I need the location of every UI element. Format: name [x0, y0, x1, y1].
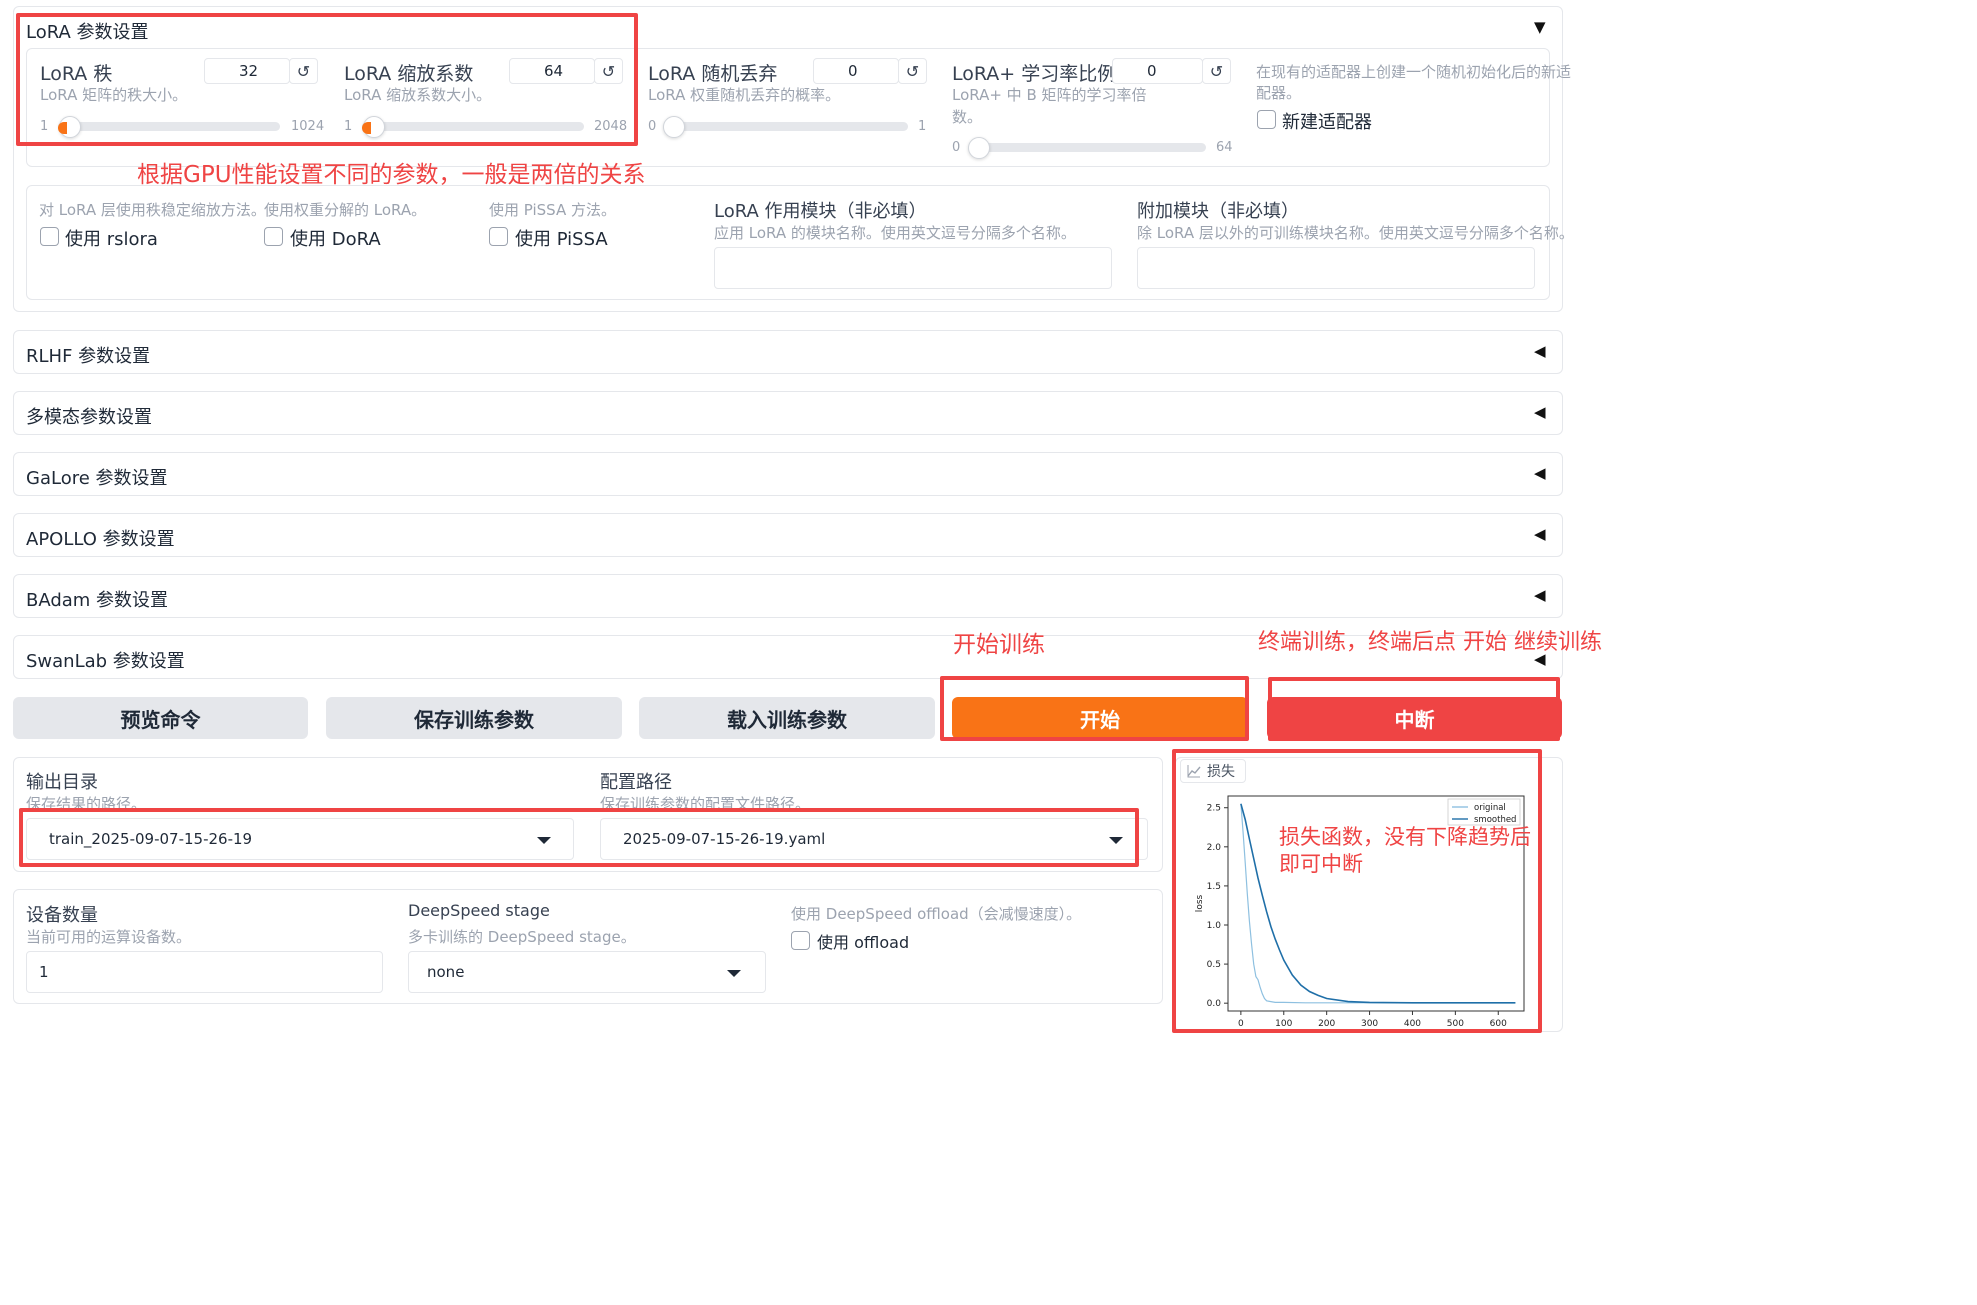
rslora-checkbox[interactable] — [40, 227, 59, 246]
accordion-multimodal-arrow-icon[interactable]: ◀ — [1534, 403, 1546, 421]
annotation-params: 根据GPU性能设置不同的参数，一般是两倍的关系 — [137, 162, 646, 188]
deepspeed-offload-checkbox[interactable] — [791, 931, 810, 950]
pissa-checkbox[interactable] — [489, 227, 508, 246]
lora-plus-ratio-max: 64 — [1216, 140, 1233, 155]
lora-plus-ratio-reset-icon[interactable]: ↺ — [1202, 58, 1231, 84]
additional-target-info: 除 LoRA 层以外的可训练模块名称。使用英文逗号分隔多个名称。 — [1137, 224, 1574, 242]
accordion-apollo-title[interactable]: APOLLO 参数设置 — [26, 525, 175, 551]
lora-dropout-label: LoRA 随机丢弃 — [648, 63, 778, 85]
lora-dropout-min: 0 — [648, 119, 657, 134]
save-args-button[interactable]: 保存训练参数 — [326, 697, 622, 739]
accordion-swanlab-title[interactable]: SwanLab 参数设置 — [26, 647, 185, 673]
lora-dropout-slider-track[interactable] — [664, 122, 908, 131]
deepspeed-stage-dropdown[interactable]: none — [408, 951, 766, 993]
lora-target-info: 应用 LoRA 的模块名称。使用英文逗号分隔多个名称。 — [714, 224, 1076, 242]
dora-label[interactable]: 使用 DoRA — [290, 225, 381, 251]
deepspeed-stage-label: DeepSpeed stage — [408, 901, 550, 920]
pissa-info: 使用 PiSSA 方法。 — [489, 201, 617, 219]
lora-dropout-reset-icon[interactable]: ↺ — [898, 58, 927, 84]
lora-target-input[interactable] — [714, 247, 1112, 289]
deepspeed-stage-chevron-down-icon[interactable] — [727, 970, 741, 977]
rslora-info: 对 LoRA 层使用秩稳定缩放方法。 — [39, 201, 266, 219]
lora-dropout-slider-thumb[interactable] — [663, 116, 685, 138]
deepspeed-stage-value: none — [427, 963, 465, 981]
device-count-value: 1 — [39, 963, 49, 981]
accordion-multimodal-title[interactable]: 多模态参数设置 — [26, 403, 152, 429]
device-count-label: 设备数量 — [26, 905, 98, 926]
lora-dropout-max: 1 — [918, 119, 927, 134]
accordion-badam-arrow-icon[interactable]: ◀ — [1534, 586, 1546, 604]
lora-plus-ratio-info: LoRA+ 中 B 矩阵的学习率倍 — [952, 86, 1147, 104]
rslora-label[interactable]: 使用 rslora — [65, 225, 158, 251]
lora-plus-ratio-input[interactable]: 0 — [1112, 58, 1203, 84]
load-args-button[interactable]: 载入训练参数 — [639, 697, 935, 739]
output-dir-label: 输出目录 — [26, 772, 98, 793]
lora-plus-ratio-label: LoRA+ 学习率比例 — [952, 63, 1117, 85]
accordion-rlhf-arrow-icon[interactable]: ◀ — [1534, 342, 1546, 360]
create-new-adapter-info-2: 配器。 — [1256, 84, 1302, 102]
deepspeed-offload-info: 使用 DeepSpeed offload（会减慢速度）。 — [791, 905, 1082, 923]
additional-target-label: 附加模块（非必填） — [1137, 201, 1299, 222]
accordion-badam-title[interactable]: BAdam 参数设置 — [26, 586, 168, 612]
config-path-label: 配置路径 — [600, 772, 672, 793]
lora-target-label: LoRA 作用模块（非必填） — [714, 201, 927, 222]
annotation-loss-line2: 即可中断 — [1279, 852, 1363, 876]
accordion-rlhf[interactable] — [13, 330, 1563, 374]
accordion-apollo-arrow-icon[interactable]: ◀ — [1534, 525, 1546, 543]
accordion-badam[interactable] — [13, 574, 1563, 618]
annotation-box-start — [940, 676, 1249, 741]
create-new-adapter-checkbox[interactable] — [1257, 110, 1276, 129]
lora-dropout-info: LoRA 权重随机丢弃的概率。 — [648, 86, 841, 104]
pissa-label[interactable]: 使用 PiSSA — [515, 225, 608, 251]
lora-dropout-input[interactable]: 0 — [813, 58, 899, 84]
accordion-galore[interactable] — [13, 452, 1563, 496]
lora-plus-ratio-min: 0 — [952, 140, 961, 155]
dora-info: 使用权重分解的 LoRA。 — [264, 201, 427, 219]
annotation-box-loss — [1172, 749, 1542, 1033]
annotation-box-output — [19, 808, 1139, 867]
lora-plus-ratio-slider-thumb[interactable] — [968, 137, 990, 159]
annotation-box-lora-params — [16, 13, 638, 146]
additional-target-input[interactable] — [1137, 247, 1535, 289]
annotation-start: 开始训练 — [953, 632, 1045, 658]
accordion-galore-title[interactable]: GaLore 参数设置 — [26, 464, 168, 490]
accordion-apollo[interactable] — [13, 513, 1563, 557]
annotation-stop: 终端训练，终端后点 开始 继续训练 — [1258, 630, 1602, 655]
deepspeed-offload-label[interactable]: 使用 offload — [817, 929, 909, 953]
annotation-box-stop — [1268, 677, 1560, 741]
create-new-adapter-label[interactable]: 新建适配器 — [1282, 108, 1372, 134]
annotation-loss-line1: 损失函数，没有下降趋势后 — [1279, 825, 1531, 849]
preview-command-button[interactable]: 预览命令 — [13, 697, 308, 739]
accordion-multimodal[interactable] — [13, 391, 1563, 435]
accordion-rlhf-title[interactable]: RLHF 参数设置 — [26, 342, 150, 368]
lora-plus-ratio-info-2: 数。 — [952, 108, 983, 126]
dora-checkbox[interactable] — [264, 227, 283, 246]
accordion-galore-arrow-icon[interactable]: ◀ — [1534, 464, 1546, 482]
device-count-input[interactable]: 1 — [26, 951, 383, 993]
device-count-info: 当前可用的运算设备数。 — [26, 928, 192, 946]
collapse-arrow-icon[interactable]: ▼ — [1534, 18, 1546, 36]
create-new-adapter-info: 在现有的适配器上创建一个随机初始化后的新适 — [1256, 63, 1572, 81]
lora-plus-ratio-slider-track[interactable] — [970, 143, 1206, 152]
deepspeed-stage-info: 多卡训练的 DeepSpeed stage。 — [408, 928, 636, 946]
